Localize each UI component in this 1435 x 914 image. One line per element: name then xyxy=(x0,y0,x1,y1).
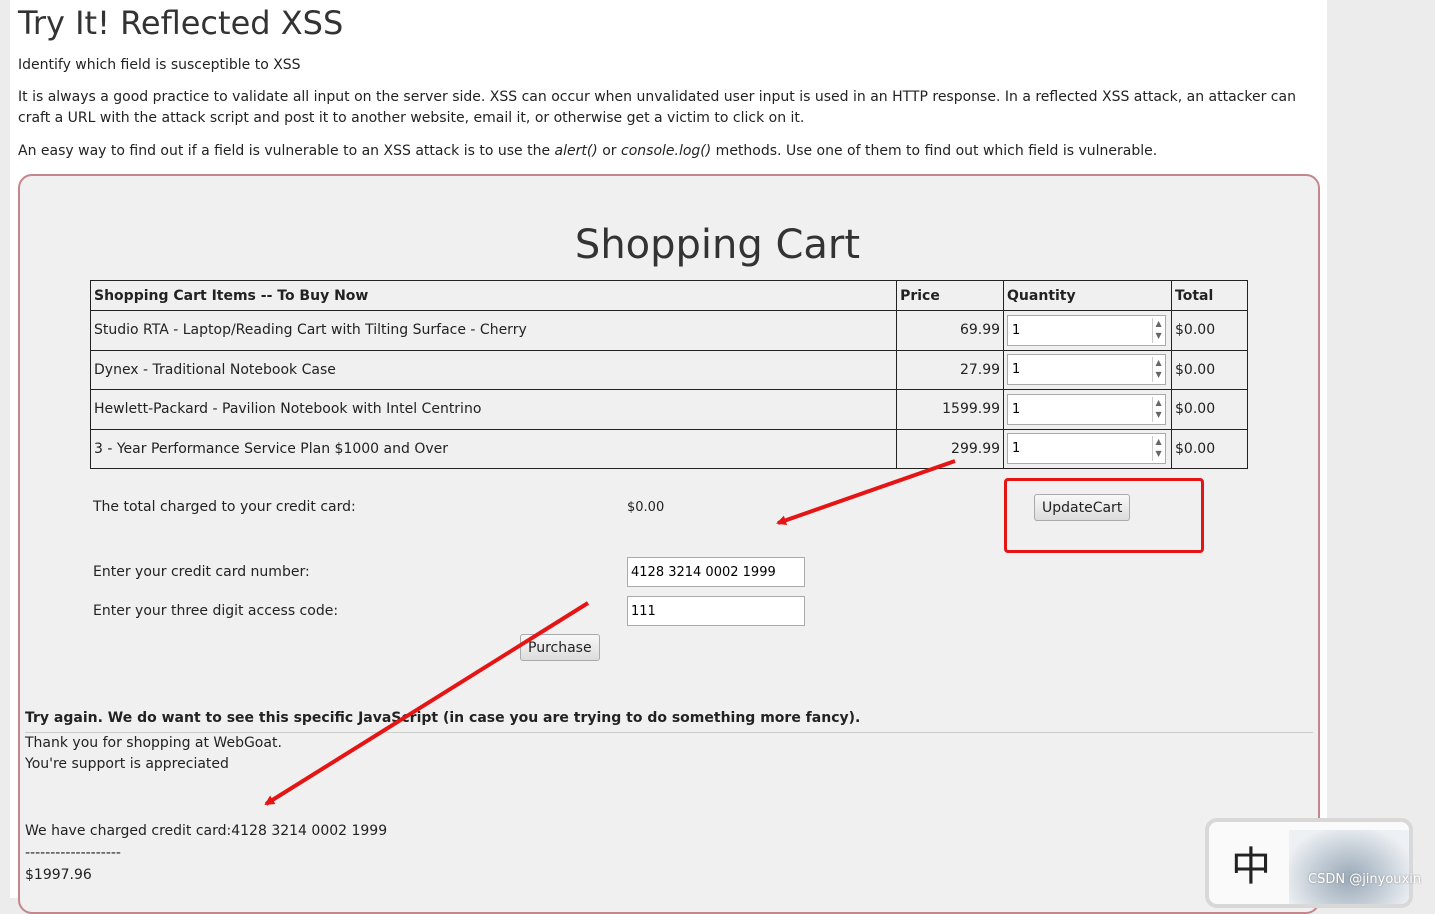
table-row: 3 - Year Performance Service Plan $1000 … xyxy=(89,428,1248,469)
header-price: Price xyxy=(896,280,1005,311)
purchase-button[interactable]: Purchase xyxy=(520,634,600,661)
cc-label: Enter your credit card number: xyxy=(93,564,310,580)
item-name: Hewlett-Packard - Pavilion Notebook with… xyxy=(89,389,898,430)
quantity-input[interactable] xyxy=(1007,433,1167,465)
header-quantity: Quantity xyxy=(1003,280,1173,311)
table-header-row: Shopping Cart Items -- To Buy Now Price … xyxy=(89,280,1248,311)
item-price: 1599.99 xyxy=(896,389,1005,430)
table-row: Hewlett-Packard - Pavilion Notebook with… xyxy=(89,389,1248,430)
quantity-cell: ▲▼ xyxy=(1003,310,1173,351)
alert-method: alert() xyxy=(554,143,598,159)
item-name: Dynex - Traditional Notebook Case xyxy=(89,349,898,390)
quantity-input[interactable] xyxy=(1007,314,1167,346)
separator-line: ------------------- xyxy=(25,845,121,861)
access-code-field[interactable] xyxy=(627,596,805,626)
item-price: 27.99 xyxy=(896,349,1005,390)
item-total: $0.00 xyxy=(1171,428,1248,469)
item-total: $0.00 xyxy=(1171,349,1248,390)
header-items: Shopping Cart Items -- To Buy Now xyxy=(89,280,898,311)
spinner-icon[interactable]: ▲ ▼ xyxy=(1152,357,1164,383)
quantity-input[interactable] xyxy=(1007,393,1167,425)
table-row: Dynex - Traditional Notebook Case 27.99 … xyxy=(89,349,1248,390)
total-label: The total charged to your credit card: xyxy=(93,499,356,515)
mountain-image xyxy=(1289,830,1409,904)
total-value: $0.00 xyxy=(627,500,665,515)
output-line: You're support is appreciated xyxy=(25,756,229,772)
spinner-icon[interactable]: ▲ ▼ xyxy=(1152,317,1164,343)
header-total: Total xyxy=(1171,280,1248,311)
console-method: console.log() xyxy=(621,143,712,159)
hint-text-part: An easy way to find out if a field is vu… xyxy=(18,143,555,159)
feedback-message: Try again. We do want to see this specif… xyxy=(25,710,861,726)
hint-text-part: or xyxy=(597,143,622,159)
cart-table: Shopping Cart Items -- To Buy Now Price … xyxy=(89,280,1248,469)
item-price: 69.99 xyxy=(896,310,1005,351)
annotation-highlight-box xyxy=(1004,478,1204,553)
quantity-cell: ▲▼ xyxy=(1003,428,1173,469)
table-row: Studio RTA - Laptop/Reading Cart with Ti… xyxy=(89,310,1248,351)
quantity-cell: ▲▼ xyxy=(1003,389,1173,430)
item-total: $0.00 xyxy=(1171,310,1248,351)
output-line: Thank you for shopping at WebGoat. xyxy=(25,735,282,751)
divider xyxy=(25,732,1313,733)
watermark-text: CSDN @jinyouxin xyxy=(1308,872,1422,887)
item-name: 3 - Year Performance Service Plan $1000 … xyxy=(89,428,898,469)
watermark-widget: 中 xyxy=(1205,818,1413,908)
item-total: $0.00 xyxy=(1171,389,1248,430)
item-price: 299.99 xyxy=(896,428,1005,469)
cart-title: Shopping Cart xyxy=(574,222,861,268)
hint-text: An easy way to find out if a field is vu… xyxy=(18,141,1157,162)
access-code-label: Enter your three digit access code: xyxy=(93,603,339,619)
hint-text-part: methods. Use one of them to find out whi… xyxy=(711,143,1158,159)
intro-text: Identify which field is susceptible to X… xyxy=(18,57,301,73)
charged-card-line: We have charged credit card:4128 3214 00… xyxy=(25,823,388,839)
quantity-input[interactable] xyxy=(1007,354,1167,386)
credit-card-field[interactable] xyxy=(627,557,805,587)
page-title: Try It! Reflected XSS xyxy=(18,4,344,42)
watermark-glyph: 中 xyxy=(1231,844,1271,890)
spinner-icon[interactable]: ▲ ▼ xyxy=(1152,396,1164,422)
item-name: Studio RTA - Laptop/Reading Cart with Ti… xyxy=(89,310,898,351)
description-text: It is always a good practice to validate… xyxy=(18,89,1296,126)
quantity-cell: ▲▼ xyxy=(1003,349,1173,390)
amount-line: $1997.96 xyxy=(25,867,92,883)
spinner-icon[interactable]: ▲ ▼ xyxy=(1152,436,1164,462)
